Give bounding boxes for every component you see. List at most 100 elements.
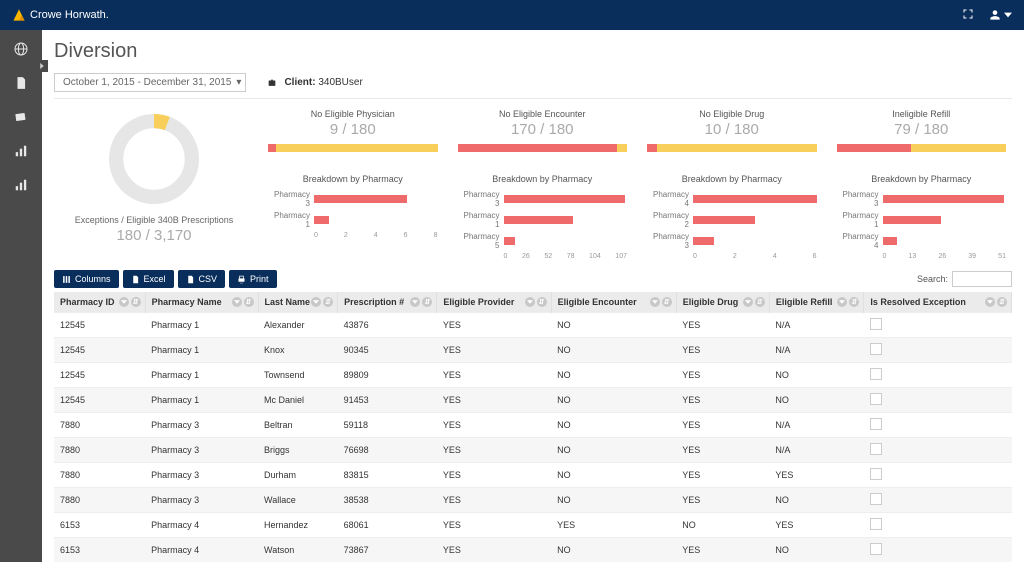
- table-row[interactable]: 12545Pharmacy 1Mc Daniel91453YESNOYESNO: [54, 388, 1012, 413]
- table-cell: YES: [676, 388, 769, 413]
- client-label: Client: 340BUser: [266, 77, 362, 88]
- sort-icons[interactable]: ⇵: [743, 297, 765, 307]
- table-cell: NO: [769, 488, 864, 513]
- page-title: Diversion: [54, 40, 1012, 63]
- table-row[interactable]: 6153Pharmacy 4Watson73867YESNOYESNO: [54, 538, 1012, 562]
- donut-panel: Exceptions / Eligible 340B Prescriptions…: [54, 109, 254, 260]
- sort-icon[interactable]: ⇵: [662, 297, 672, 307]
- table-row[interactable]: 12545Pharmacy 1Knox90345YESNOYESN/A: [54, 338, 1012, 363]
- sort-icon[interactable]: ⇵: [131, 297, 141, 307]
- table-cell: YES: [676, 363, 769, 388]
- sidenav-cards[interactable]: [12, 108, 30, 126]
- sidenav-expand-icon[interactable]: [36, 60, 48, 72]
- excel-button[interactable]: Excel: [123, 270, 174, 288]
- sidenav-file[interactable]: [12, 74, 30, 92]
- resolved-cell: [864, 363, 1012, 388]
- table-row[interactable]: 7880Pharmacy 3Wallace38538YESNOYESNO: [54, 488, 1012, 513]
- breakdown-label: Pharmacy 3: [647, 232, 689, 250]
- sort-icons[interactable]: ⇵: [525, 297, 547, 307]
- column-header[interactable]: Is Resolved Exception⇵: [864, 292, 1012, 313]
- checkbox[interactable]: [870, 518, 882, 530]
- sort-icons[interactable]: ⇵: [985, 297, 1007, 307]
- sort-icon[interactable]: ⇵: [244, 297, 254, 307]
- checkbox[interactable]: [870, 343, 882, 355]
- column-header[interactable]: Eligible Drug⇵: [676, 292, 769, 313]
- column-header[interactable]: Pharmacy ID⇵: [54, 292, 145, 313]
- sidenav-chart2[interactable]: [12, 176, 30, 194]
- csv-button[interactable]: CSV: [178, 270, 226, 288]
- sidenav-globe[interactable]: [12, 40, 30, 58]
- sort-icon[interactable]: ⇵: [997, 297, 1007, 307]
- user-menu[interactable]: [988, 8, 1012, 22]
- sort-icons[interactable]: ⇵: [410, 297, 432, 307]
- filter-icon[interactable]: [837, 297, 847, 307]
- table-row[interactable]: 12545Pharmacy 1Townsend89809YESNOYESNO: [54, 363, 1012, 388]
- sort-icon[interactable]: ⇵: [849, 297, 859, 307]
- date-range-picker[interactable]: October 1, 2015 - December 31, 2015 ▾: [54, 73, 246, 92]
- table-cell: Pharmacy 1: [145, 338, 258, 363]
- checkbox[interactable]: [870, 443, 882, 455]
- filter-icon[interactable]: [410, 297, 420, 307]
- kpi-title: No Eligible Encounter: [458, 109, 628, 119]
- checkbox[interactable]: [870, 318, 882, 330]
- kpi-panel: No Eligible Physician9 / 180Breakdown by…: [262, 109, 444, 260]
- logo-icon: [12, 8, 26, 22]
- table-cell: YES: [437, 513, 551, 538]
- breakdown-row: Pharmacy 1: [268, 211, 438, 229]
- filter-icon[interactable]: [311, 297, 321, 307]
- breakdown-label: Pharmacy 4: [647, 190, 689, 208]
- filter-icon[interactable]: [985, 297, 995, 307]
- checkbox[interactable]: [870, 468, 882, 480]
- column-header[interactable]: Eligible Refill⇵: [769, 292, 864, 313]
- resolved-cell: [864, 338, 1012, 363]
- sort-icon[interactable]: ⇵: [323, 297, 333, 307]
- table-cell: NO: [769, 363, 864, 388]
- table-cell: NO: [676, 513, 769, 538]
- filter-icon[interactable]: [743, 297, 753, 307]
- table-cell: 76698: [338, 438, 437, 463]
- sort-icon[interactable]: ⇵: [755, 297, 765, 307]
- checkbox[interactable]: [870, 493, 882, 505]
- filter-icon[interactable]: [119, 297, 129, 307]
- column-header[interactable]: Last Name⇵: [258, 292, 338, 313]
- table-cell: NO: [551, 388, 676, 413]
- column-header[interactable]: Eligible Encounter⇵: [551, 292, 676, 313]
- kpi-progress: [837, 144, 1007, 152]
- checkbox[interactable]: [870, 368, 882, 380]
- table-row[interactable]: 7880Pharmacy 3Beltran59118YESNOYESN/A: [54, 413, 1012, 438]
- filter-icon[interactable]: [525, 297, 535, 307]
- kpi-title: No Eligible Physician: [268, 109, 438, 119]
- checkbox[interactable]: [870, 543, 882, 555]
- column-header[interactable]: Eligible Provider⇵: [437, 292, 551, 313]
- table-cell: YES: [437, 338, 551, 363]
- expand-icon[interactable]: [962, 8, 974, 23]
- table-cell: Pharmacy 4: [145, 538, 258, 562]
- table-row[interactable]: 7880Pharmacy 3Durham83815YESNOYESYES: [54, 463, 1012, 488]
- breakdown-row: Pharmacy 3: [647, 232, 817, 250]
- sort-icon[interactable]: ⇵: [537, 297, 547, 307]
- kpi-panel: No Eligible Drug10 / 180Breakdown by Pha…: [641, 109, 823, 260]
- columns-button[interactable]: Columns: [54, 270, 119, 288]
- sort-icons[interactable]: ⇵: [119, 297, 141, 307]
- column-header[interactable]: Prescription #⇵: [338, 292, 437, 313]
- breakdown-title: Breakdown by Pharmacy: [647, 174, 817, 184]
- column-header[interactable]: Pharmacy Name⇵: [145, 292, 258, 313]
- sort-icons[interactable]: ⇵: [837, 297, 859, 307]
- filter-icon[interactable]: [650, 297, 660, 307]
- breakdown-label: Pharmacy 2: [647, 211, 689, 229]
- sidenav-chart1[interactable]: [12, 142, 30, 160]
- search-input[interactable]: [952, 271, 1012, 287]
- table-row[interactable]: 7880Pharmacy 3Briggs76698YESNOYESN/A: [54, 438, 1012, 463]
- sidenav: [0, 30, 42, 562]
- checkbox[interactable]: [870, 418, 882, 430]
- sort-icon[interactable]: ⇵: [422, 297, 432, 307]
- sort-icons[interactable]: ⇵: [232, 297, 254, 307]
- table-row[interactable]: 12545Pharmacy 1Alexander43876YESNOYESN/A: [54, 313, 1012, 338]
- print-button[interactable]: Print: [229, 270, 277, 288]
- filter-icon[interactable]: [232, 297, 242, 307]
- checkbox[interactable]: [870, 393, 882, 405]
- sort-icons[interactable]: ⇵: [311, 297, 333, 307]
- table-row[interactable]: 6153Pharmacy 4Hernandez68061YESYESNOYES: [54, 513, 1012, 538]
- table-cell: Alexander: [258, 313, 338, 338]
- sort-icons[interactable]: ⇵: [650, 297, 672, 307]
